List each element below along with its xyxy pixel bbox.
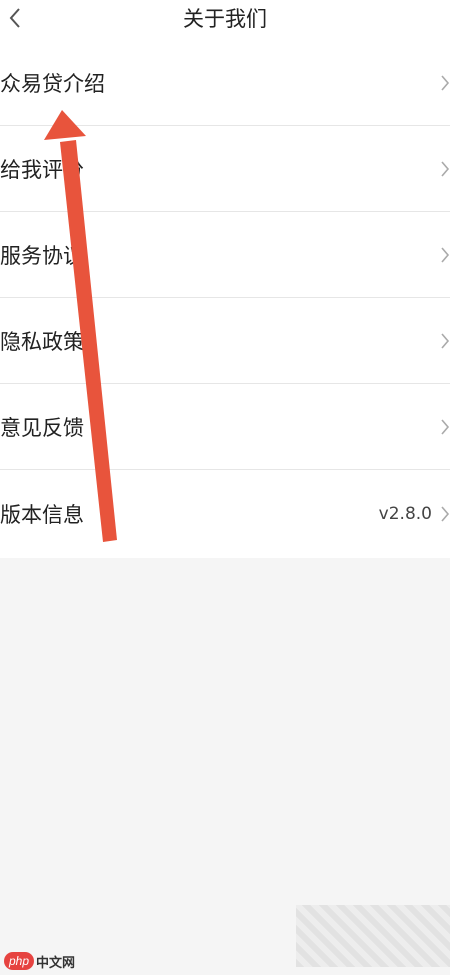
menu-item-version-info[interactable]: 版本信息 v2.8.0 — [0, 470, 450, 558]
menu-item-service-agreement[interactable]: 服务协议 — [0, 212, 450, 298]
menu-item-label: 服务协议 — [0, 243, 84, 268]
chevron-right-icon — [436, 384, 450, 469]
menu-item-label: 版本信息 — [0, 503, 84, 527]
menu-item-label: 隐私政策 — [0, 329, 84, 354]
navigation-bar: 关于我们 — [0, 0, 450, 40]
settings-list: 众易贷介绍 给我评分 服务协议 隐私政策 意见反馈 版本信息 v2.8.0 — [0, 40, 450, 558]
menu-item-privacy-policy[interactable]: 隐私政策 — [0, 298, 450, 384]
page-title: 关于我们 — [183, 7, 267, 31]
watermark-mosaic — [296, 905, 450, 967]
version-value: v2.8.0 — [378, 504, 432, 524]
menu-item-feedback[interactable]: 意见反馈 — [0, 384, 450, 470]
menu-item-label: 给我评分 — [0, 157, 84, 182]
menu-item-rate[interactable]: 给我评分 — [0, 126, 450, 212]
chevron-right-icon — [436, 212, 450, 297]
chevron-right-icon — [436, 126, 450, 211]
chevron-right-icon — [436, 470, 450, 558]
site-name: 中文网 — [36, 954, 76, 970]
chevron-right-icon — [436, 298, 450, 383]
menu-item-label: 意见反馈 — [0, 415, 84, 440]
menu-item-intro[interactable]: 众易贷介绍 — [0, 40, 450, 126]
menu-item-label: 众易贷介绍 — [0, 71, 105, 96]
site-watermark-logo: php 中文网 — [4, 951, 75, 971]
chevron-right-icon — [436, 40, 450, 125]
php-logo: php — [4, 952, 34, 970]
